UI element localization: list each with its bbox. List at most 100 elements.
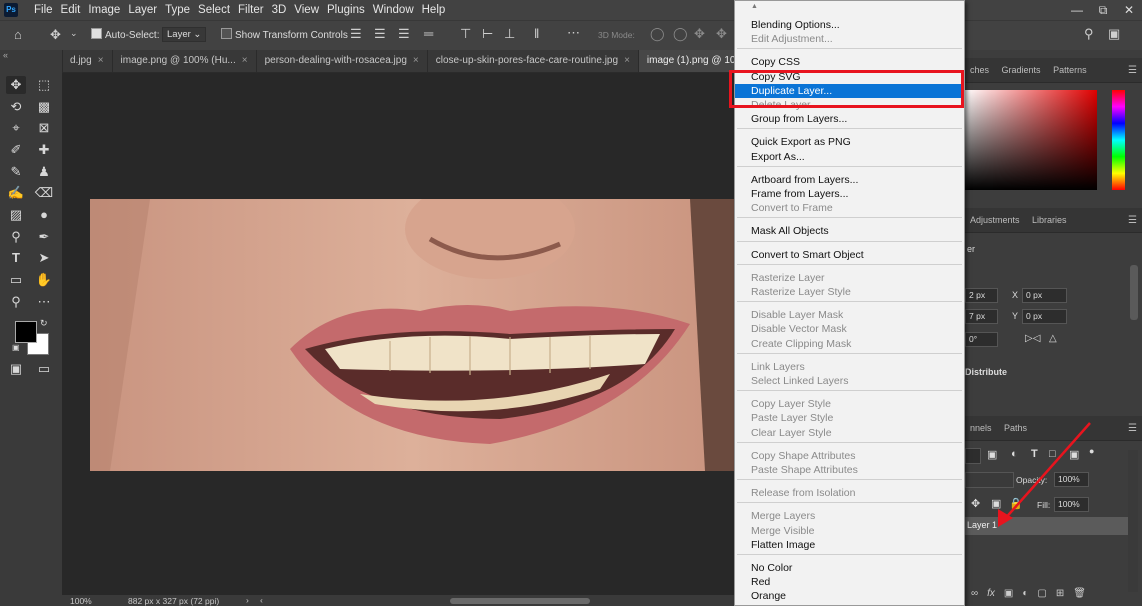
panel-menu-icon[interactable]: ☰ [1128,423,1137,434]
menu-item-merge-visible[interactable]: Merge Visible [735,524,964,538]
home-icon[interactable]: ⌂ [14,27,22,42]
menu-item-create-clipping-mask[interactable]: Create Clipping Mask [735,337,964,351]
menu-file[interactable]: File [30,0,57,20]
hand-tool-icon[interactable]: ✋ [34,271,54,289]
menu-item-orange[interactable]: Orange [735,589,964,603]
pen-tool-icon[interactable]: ✒ [34,228,54,246]
menu-item-edit-adjustment[interactable]: Edit Adjustment... [735,32,964,46]
distribute-icon[interactable]: ═ [424,26,433,41]
chevron-left-icon[interactable]: ‹ [260,595,263,605]
tab-patterns[interactable]: Patterns [1048,58,1092,82]
link-layers-icon[interactable]: ∞ [971,588,978,606]
show-transform-checkbox[interactable]: Show Transform Controls [221,28,348,41]
swap-colors-icon[interactable]: ↻ [40,318,48,329]
menu-item-link-layers[interactable]: Link Layers [735,360,964,374]
new-group-icon[interactable]: ▢ [1037,588,1046,606]
workspace-icon[interactable]: ▣ [1108,26,1120,42]
scroll-up-icon[interactable]: ▲ [751,3,758,10]
menu-filter[interactable]: Filter [234,0,268,20]
menu-plugins[interactable]: Plugins [323,0,369,20]
more-options-icon[interactable]: ⋯ [567,25,580,41]
menu-type[interactable]: Type [161,0,194,20]
marquee-tool-icon[interactable]: ⬚ [34,76,54,94]
foreground-color-swatch[interactable] [15,321,37,343]
healing-brush-tool-icon[interactable]: ✚ [34,141,54,159]
menu-item-disable-layer-mask[interactable]: Disable Layer Mask [735,308,964,322]
menu-item-artboard-from-layers[interactable]: Artboard from Layers... [735,173,964,187]
document-tab[interactable]: person-dealing-with-rosacea.jpg × [257,50,428,72]
eyedropper-tool-icon[interactable]: ✐ [6,141,26,159]
menu-item-rasterize-layer[interactable]: Rasterize Layer [735,271,964,285]
brush-tool-icon[interactable]: ✎ [6,163,26,181]
menu-item-convert-to-smart-object[interactable]: Convert to Smart Object [735,248,964,262]
lasso-tool-icon[interactable]: ⟲ [6,98,26,116]
width-field[interactable]: 2 px [965,288,998,303]
x-field[interactable]: 0 px [1022,288,1067,303]
add-mask-icon[interactable]: ▣ [1004,588,1013,606]
align-center-icon[interactable]: ☰ [374,26,386,42]
menu-edit[interactable]: Edit [57,0,85,20]
close-tab-icon[interactable]: × [242,55,248,66]
menu-item-select-linked-layers[interactable]: Select Linked Layers [735,374,964,388]
chevron-down-icon[interactable]: ⌄ [70,28,78,39]
document-image[interactable] [90,199,735,471]
frame-tool-icon[interactable]: ⊠ [34,119,54,137]
properties-scrollbar[interactable] [1130,265,1138,320]
menu-item-frame-from-layers[interactable]: Frame from Layers... [735,187,964,201]
canvas-area[interactable] [62,73,735,595]
height-field[interactable]: 7 px [965,309,998,324]
align-top-icon[interactable]: ⊤ [460,26,471,42]
dodge-tool-icon[interactable]: ⚲ [6,228,26,246]
menu-view[interactable]: View [290,0,323,20]
menu-item-flatten-image[interactable]: Flatten Image [735,538,964,552]
crop-tool-icon[interactable]: ⌖ [6,119,26,137]
menu-item-convert-to-frame[interactable]: Convert to Frame [735,201,964,215]
y-field[interactable]: 0 px [1022,309,1067,324]
tab-libraries[interactable]: Libraries [1027,208,1072,232]
menu-item-copy-shape-attributes[interactable]: Copy Shape Attributes [735,449,964,463]
menu-item-copy-css[interactable]: Copy CSS [735,55,964,69]
screen-mode-icon[interactable]: ▭ [34,360,54,378]
type-tool-icon[interactable]: T [6,249,26,267]
chevron-right-icon[interactable]: › [246,595,249,605]
align-middle-icon[interactable]: ⊢ [482,26,493,42]
restore-button[interactable]: ⧉ [1090,0,1116,20]
auto-select-checkbox[interactable]: Auto-Select: [91,28,159,41]
menu-item-merge-layers[interactable]: Merge Layers [735,509,964,523]
color-field[interactable] [965,90,1097,190]
menu-image[interactable]: Image [84,0,124,20]
fx-icon[interactable]: fx [987,588,995,606]
close-button[interactable]: ✕ [1116,0,1142,20]
menu-select[interactable]: Select [194,0,234,20]
close-tab-icon[interactable]: × [624,55,630,66]
align-left-icon[interactable]: ☰ [350,26,362,42]
close-tab-icon[interactable]: × [98,55,104,66]
menu-item-mask-all-objects[interactable]: Mask All Objects [735,224,964,238]
tab-adjustments[interactable]: Adjustments [965,208,1025,232]
minimize-button[interactable]: — [1064,0,1090,20]
flip-horizontal-icon[interactable]: ▷◁ [1025,333,1040,344]
distribute-vertical-icon[interactable]: ‖ [534,26,539,41]
menu-item-rasterize-layer-style[interactable]: Rasterize Layer Style [735,285,964,299]
object-select-tool-icon[interactable]: ▩ [34,98,54,116]
menu-item-blending-options[interactable]: Blending Options... [735,18,964,32]
document-tab[interactable]: close-up-skin-pores-face-care-routine.jp… [428,50,639,72]
panel-menu-icon[interactable]: ☰ [1128,65,1137,76]
adjustment-layer-icon[interactable]: ◐ [1022,588,1028,606]
document-tab[interactable]: d.jpg × [62,50,113,72]
menu-help[interactable]: Help [418,0,450,20]
menu-item-paste-layer-style[interactable]: Paste Layer Style [735,411,964,425]
new-layer-icon[interactable]: ⊞ [1056,588,1064,606]
align-bottom-icon[interactable]: ⊥ [504,26,515,42]
delete-layer-icon[interactable]: 🗑 [1073,588,1086,606]
menu-item-paste-shape-attributes[interactable]: Paste Shape Attributes [735,463,964,477]
zoom-level[interactable]: 100% [70,596,92,606]
blur-tool-icon[interactable]: ● [34,206,54,224]
align-right-icon[interactable]: ☰ [398,26,410,42]
hue-slider[interactable] [1112,90,1125,190]
collapse-icon[interactable]: « [3,50,8,60]
menu-item-clear-layer-style[interactable]: Clear Layer Style [735,426,964,440]
stamp-tool-icon[interactable]: ♟ [34,163,54,181]
menu-item-release-from-isolation[interactable]: Release from Isolation [735,486,964,500]
panel-menu-icon[interactable]: ☰ [1128,215,1137,226]
